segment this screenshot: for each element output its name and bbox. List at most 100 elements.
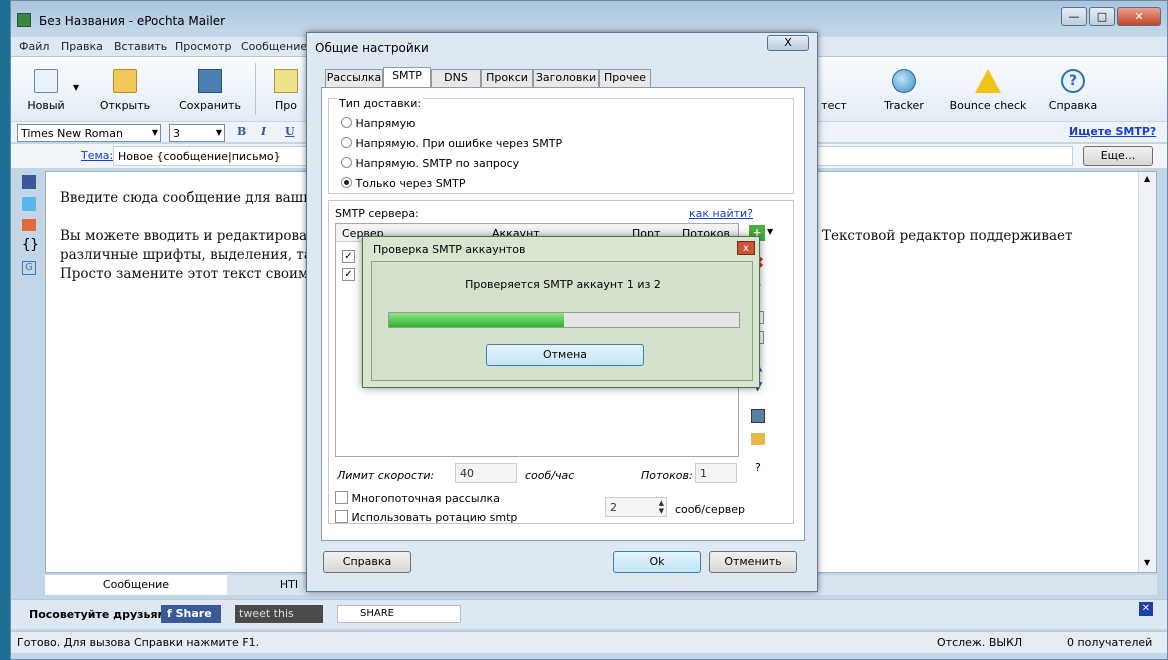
progress-bar <box>388 312 740 328</box>
underline-button[interactable]: U <box>285 125 295 138</box>
subject-label: Тема: <box>81 149 114 162</box>
body-line-4: Просто замените этот текст своим со <box>60 266 329 282</box>
bounce-check-button[interactable]: Bounce check <box>943 61 1033 112</box>
row-checkbox[interactable]: ✓ <box>342 268 355 281</box>
tab-mailing[interactable]: Рассылка <box>325 69 383 87</box>
threads-label: Потоков: <box>641 469 693 482</box>
menu-insert[interactable]: Вставить <box>114 40 167 53</box>
tweet-button[interactable]: tweet this <box>235 605 323 623</box>
bold-button[interactable]: B <box>237 125 246 138</box>
close-share-icon[interactable]: ✕ <box>1139 602 1153 616</box>
chevron-down-icon: ▼ <box>151 128 158 137</box>
app-icon <box>17 13 31 27</box>
settings-cancel-button[interactable]: Отменить <box>709 551 797 573</box>
how-find-link[interactable]: как найти? <box>689 207 753 220</box>
close-button[interactable]: ✕ <box>1117 7 1161 26</box>
tab-smtp[interactable]: SMTP <box>383 67 431 87</box>
tracker-button[interactable]: Tracker <box>864 61 944 112</box>
google-icon[interactable]: G <box>22 261 36 275</box>
font-family-select[interactable]: Times New Roman ▼ <box>17 124 161 142</box>
body-line-2: Вы можете вводить и редактировать <box>60 228 322 244</box>
window-title: Без Названия - ePochta Mailer <box>39 14 226 28</box>
status-text: Готово. Для вызова Справки нажмите F1. <box>17 636 260 649</box>
braces-icon[interactable]: {} <box>22 237 39 253</box>
checkbox-icon <box>335 491 348 504</box>
smtp-check-body: Проверяется SMTP аккаунт 1 из 2 Отмена <box>371 261 753 381</box>
new-dropdown-icon[interactable]: ▼ <box>73 83 79 92</box>
checkbox-icon <box>335 510 348 523</box>
add-dropdown-icon[interactable]: ▼ <box>767 227 773 236</box>
maximize-button[interactable]: □ <box>1089 7 1115 26</box>
open-button[interactable]: Открыть <box>85 61 165 112</box>
tab-headers[interactable]: Заголовки <box>533 69 599 87</box>
rotation-checkbox[interactable]: Использовать ротацию smtp <box>335 510 517 524</box>
smtp-check-message: Проверяется SMTP аккаунт 1 из 2 <box>465 278 661 291</box>
share-bar: Посоветуйте друзьям: f Share tweet this … <box>11 599 1167 629</box>
scroll-up-icon[interactable]: ▲ <box>1144 174 1150 183</box>
save-button[interactable]: Сохранить <box>170 61 250 112</box>
tab-dns[interactable]: DNS <box>431 69 481 87</box>
radio-direct-on-request[interactable]: Напрямую. SMTP по запросу <box>341 157 519 170</box>
share-label: Посоветуйте друзьям: <box>29 608 171 621</box>
more-button[interactable]: Еще... <box>1083 146 1153 166</box>
italic-button[interactable]: I <box>261 125 266 138</box>
save-list-icon[interactable] <box>751 409 765 423</box>
smtp-check-cancel-button[interactable]: Отмена <box>486 344 644 366</box>
tab-proxy[interactable]: Прокси <box>481 69 533 87</box>
rotation-input[interactable]: 2 ▲ ▼ <box>605 497 667 517</box>
multithread-checkbox[interactable]: Многопоточная рассылка <box>335 491 500 505</box>
tab-other[interactable]: Прочее <box>599 69 651 87</box>
bounce-warning-icon <box>975 69 1001 93</box>
row-checkbox[interactable]: ✓ <box>342 250 355 263</box>
spinner-icon[interactable]: ▲ ▼ <box>659 499 664 515</box>
tracking-status: Отслеж. ВЫКЛ <box>937 636 1023 649</box>
editor-scrollbar[interactable]: ▲ ▼ <box>1138 172 1156 572</box>
minimize-button[interactable]: — <box>1061 7 1087 26</box>
preview-button[interactable]: Про <box>261 61 311 112</box>
smtp-check-title: Проверка SMTP аккаунтов <box>373 243 526 256</box>
progress-fill <box>389 313 564 327</box>
radio-direct-fallback[interactable]: Напрямую. При ошибке через SMTP <box>341 137 562 150</box>
help-question-icon[interactable]: ? <box>755 461 761 474</box>
radio-icon <box>341 117 352 128</box>
radio-direct[interactable]: Напрямую <box>341 117 415 130</box>
body-right-text: Текстовой редактор поддерживает <box>822 228 1073 244</box>
body-line-1: Введите сюда сообщение для ваших <box>60 190 320 206</box>
menu-view[interactable]: Просмотр <box>175 40 231 53</box>
recipients-count: 0 получателей <box>1067 636 1153 649</box>
folder-icon <box>113 69 137 93</box>
speed-input[interactable]: 40 <box>455 463 517 483</box>
load-list-icon[interactable] <box>751 433 765 445</box>
email-icon[interactable] <box>22 219 36 231</box>
radio-icon <box>341 157 352 168</box>
tab-message[interactable]: Сообщение <box>45 575 227 595</box>
settings-help-button[interactable]: Справка <box>323 551 411 573</box>
twitter-icon[interactable] <box>22 197 36 211</box>
font-size-select[interactable]: 3 ▼ <box>169 124 225 142</box>
help-button[interactable]: ? Справка <box>1033 61 1113 112</box>
threads-input[interactable]: 1 <box>695 463 737 483</box>
menu-message[interactable]: Сообщение <box>241 40 307 53</box>
share-all-button[interactable]: SHARE <box>337 605 461 623</box>
status-bar: Готово. Для вызова Справки нажмите F1. О… <box>11 631 1167 653</box>
menu-edit[interactable]: Правка <box>61 40 103 53</box>
smtp-servers-label: SMTP сервера: <box>335 207 419 220</box>
rotation-unit: сооб/сервер <box>675 503 746 516</box>
radio-selected-icon <box>341 177 352 188</box>
scroll-down-icon[interactable]: ▼ <box>1144 558 1150 567</box>
floppy-disk-icon <box>198 69 222 93</box>
smtp-search-link[interactable]: Ищете SMTP? <box>1069 125 1156 138</box>
delivery-label: Тип доставки: <box>337 97 424 110</box>
radio-smtp-only[interactable]: Только через SMTP <box>341 177 466 190</box>
settings-close-button[interactable]: X <box>767 35 809 51</box>
facebook-share-button[interactable]: f Share <box>161 605 221 623</box>
ok-button[interactable]: Ok <box>613 551 701 573</box>
help-icon: ? <box>1061 69 1085 93</box>
smtp-check-close-button[interactable]: x <box>737 241 755 255</box>
radio-icon <box>341 137 352 148</box>
delivery-group: Тип доставки: Напрямую Напрямую. При оши… <box>328 97 794 194</box>
facebook-icon[interactable] <box>22 175 36 189</box>
menu-file[interactable]: Файл <box>19 40 49 53</box>
side-icon-bar: {} G <box>21 173 39 283</box>
settings-dialog-title: Общие настройки <box>315 41 429 55</box>
